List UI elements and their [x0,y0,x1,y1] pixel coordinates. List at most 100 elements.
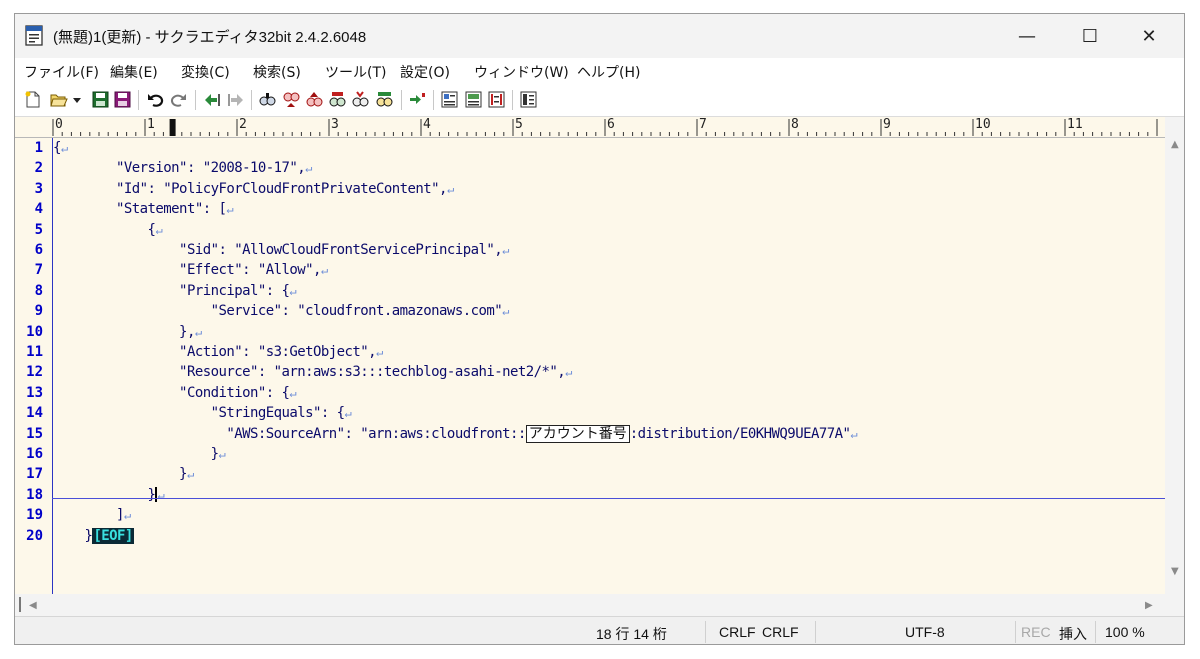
minimize-button[interactable]: — [1000,14,1054,58]
mark-icon[interactable] [351,90,370,109]
tag-jump-icon[interactable] [408,90,427,109]
line-number[interactable]: 6 [15,240,43,260]
line-number[interactable]: 10 [15,322,43,342]
code-text: "AWS:SourceArn": "arn:aws:cloudfront:: [53,425,526,442]
line-number[interactable]: 12 [15,362,43,382]
scroll-up-arrow-icon[interactable]: ▲ [1171,139,1179,150]
line-number[interactable]: 2 [15,158,43,178]
code-line: "Resource": "arn:aws:s3:::techblog-asahi… [53,362,572,382]
line-number[interactable]: 18 [15,485,43,505]
menu-window[interactable]: ウィンドウ(W) [474,62,569,82]
save-icon[interactable] [91,90,110,109]
code-text: } [53,466,187,483]
outline-icon[interactable] [440,90,459,109]
eof-marker: [EOF] [92,527,134,544]
menu-help[interactable]: ヘルプ(H) [577,62,640,82]
menu-tools[interactable]: ツール(T) [325,62,386,82]
compare-icon[interactable] [464,90,483,109]
menu-search[interactable]: 検索(S) [253,62,301,82]
menu-edit[interactable]: 編集(E) [110,62,158,82]
menu-file[interactable]: ファイル(F) [24,62,99,82]
macro-record-indicator: REC [1021,624,1051,640]
dropdown-icon[interactable] [71,90,83,109]
code-text: "Action": "s3:GetObject", [53,344,377,360]
ruler-label: 6 [607,117,615,132]
line-number[interactable]: 20 [15,526,43,546]
eol-code[interactable]: CRLF [719,624,756,640]
line-number[interactable]: 14 [15,403,43,423]
split-box-handle[interactable] [19,597,21,612]
line-number[interactable]: 4 [15,199,43,219]
line-number[interactable]: 15 [15,424,43,444]
line-number[interactable]: 19 [15,505,43,525]
status-separator [815,621,816,643]
ruler-label: 7 [699,117,707,132]
search-icon[interactable] [258,90,277,109]
undo-icon[interactable] [146,90,165,109]
save-all-icon[interactable] [113,90,132,109]
code-text: "Principal": { [53,282,290,299]
toolbar [15,84,1184,117]
scroll-left-arrow-icon[interactable]: ◀ [29,600,37,611]
bracket-icon[interactable] [487,90,506,109]
search-next-icon[interactable] [282,90,301,109]
line-number[interactable]: 11 [15,342,43,362]
close-button[interactable]: ✕ [1122,14,1176,58]
newline-mark-icon: ↵ [502,243,509,257]
toolbar-separator [251,90,252,110]
ruler-label: 3 [331,117,339,132]
line-number[interactable]: 7 [15,260,43,280]
jump-next-icon[interactable] [226,90,245,109]
window-title: (無題)1(更新) - サクラエディタ32bit 2.4.2.6048 [53,29,367,46]
maximize-button[interactable]: ☐ [1063,14,1117,58]
newline-mark-icon: ↵ [289,385,297,400]
horizontal-scrollbar[interactable]: ◀ ▶ [15,594,1184,616]
new-file-icon[interactable] [23,90,42,109]
search-prev-icon[interactable] [305,90,324,109]
jump-prev-icon[interactable] [203,90,222,109]
code-line: }↵ [53,464,194,484]
menu-settings[interactable]: 設定(O) [400,62,450,82]
line-number[interactable]: 16 [15,444,43,464]
line-number[interactable]: 9 [15,301,43,321]
code-line: "Effect": "Allow",↵ [53,260,328,280]
redo-icon[interactable] [169,90,188,109]
menu-bar: ファイル(F) 編集(E) 変換(C) 検索(S) ツール(T) 設定(O) ウ… [15,58,1184,84]
settings-icon[interactable] [519,90,538,109]
insert-mode-indicator[interactable]: 挿入 [1059,624,1087,644]
ruler-label: 11 [1067,117,1083,132]
zoom-level[interactable]: 100 % [1105,624,1145,640]
scroll-right-arrow-icon[interactable]: ▶ [1145,600,1153,611]
menu-convert[interactable]: 変換(C) [181,62,230,82]
line-number-gutter[interactable]: 1 2 3 4 5 6 7 8 9 10 11 12 13 14 15 16 17 18 19 20 [15,138,52,594]
code-line: ]↵ [53,505,131,525]
code-text: } [53,527,93,544]
ruler-label: 4 [423,117,431,132]
ruler-label: 10 [975,117,991,132]
vertical-scrollbar[interactable]: ▲ ▼ [1165,117,1184,594]
code-text: }, [53,323,195,340]
newline-mark-icon: ↵ [194,324,202,339]
scroll-down-arrow-icon[interactable]: ▼ [1171,566,1179,577]
character-encoding[interactable]: UTF-8 [905,624,945,640]
sakura-editor-app-icon[interactable] [25,25,43,46]
line-number[interactable]: 17 [15,464,43,484]
line-number[interactable]: 5 [15,220,43,240]
title-bar: (無題)1(更新) - サクラエディタ32bit 2.4.2.6048 — ☐ … [15,14,1184,58]
code-line: "Action": "s3:GetObject",↵ [53,342,383,362]
line-number[interactable]: 8 [15,281,43,301]
line-number[interactable]: 1 [15,138,43,158]
line-number[interactable]: 13 [15,383,43,403]
eol-input-mode[interactable]: CRLF [762,624,799,640]
open-file-icon[interactable] [49,90,68,109]
toolbar-separator [512,90,513,110]
ruler-label: 2 [239,117,247,132]
ruler-label: 5 [515,117,523,132]
newline-mark-icon: ↵ [123,508,131,523]
ruler-label: 0 [55,117,63,132]
replace-icon[interactable] [328,90,347,109]
status-separator [1015,621,1016,643]
text-editing-area[interactable]: {↵ "Version": "2008-10-17",↵ "Id": "Poli… [52,138,1166,594]
grep-icon[interactable] [375,90,394,109]
line-number[interactable]: 3 [15,179,43,199]
